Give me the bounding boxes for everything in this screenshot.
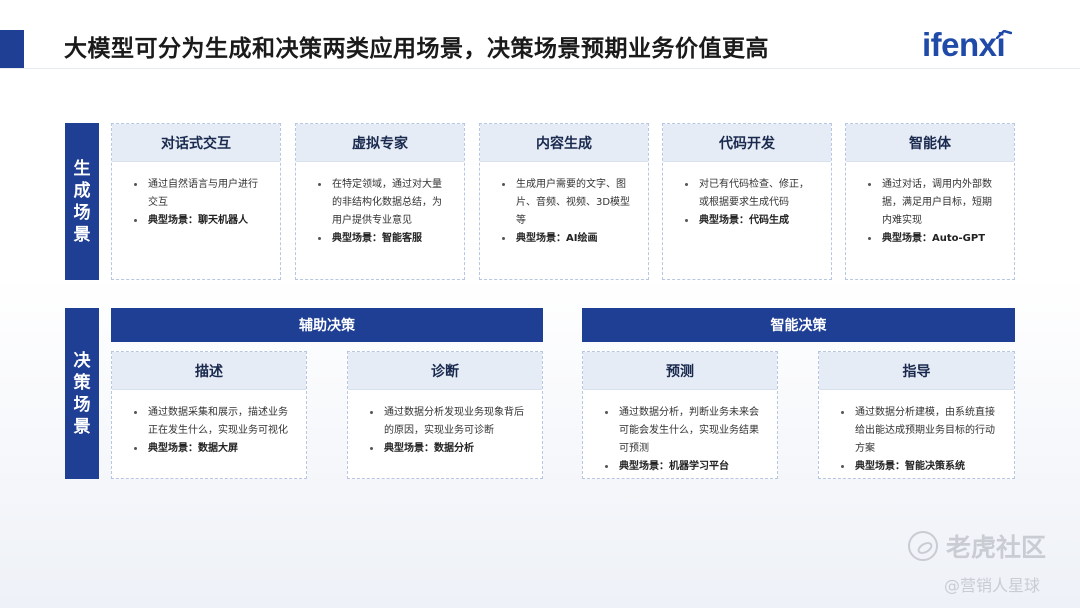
- side-label-char: 场: [73, 202, 91, 223]
- side-label-char: 策: [73, 372, 91, 393]
- card-example: 典型场景：Auto-GPT: [868, 230, 1000, 248]
- card-bullet: 通过数据采集和展示，描述业务正在发生什么，实现业务可视化: [134, 404, 292, 440]
- group-assisted-decision: 辅助决策: [111, 308, 543, 342]
- card-agent: 智能体 通过对话，调用内外部数据，满足用户目标，短期内难实现 典型场景：Auto…: [845, 123, 1015, 280]
- card-code-development: 代码开发 对已有代码检查、修正，或根据要求生成代码 典型场景：代码生成: [662, 123, 832, 280]
- card-title: 智能体: [846, 124, 1014, 162]
- card-example: 典型场景：智能客服: [318, 230, 450, 248]
- card-predict: 预测 通过数据分析，判断业务未来会可能会发生什么，实现业务结果可预测 典型场景：…: [582, 351, 778, 479]
- header-divider: [0, 68, 1080, 69]
- card-bullet: 通过自然语言与用户进行交互: [134, 176, 266, 212]
- generation-side-label: 生 成 场 景: [65, 123, 99, 280]
- page-title: 大模型可分为生成和决策两类应用场景，决策场景预期业务价值更高: [64, 36, 769, 62]
- card-describe: 描述 通过数据采集和展示，描述业务正在发生什么，实现业务可视化 典型场景：数据大…: [111, 351, 307, 479]
- card-example: 典型场景：代码生成: [685, 212, 817, 230]
- side-label-char: 场: [73, 394, 91, 415]
- card-example: 典型场景：AI绘画: [502, 230, 634, 248]
- watermark-handle: @营销人星球: [944, 576, 1041, 595]
- ifenxi-logo: ifenxi: [922, 26, 1006, 63]
- card-bullet: 对已有代码检查、修正，或根据要求生成代码: [685, 176, 817, 212]
- card-bullet: 通过数据分析发现业务现象背后的原因，实现业务可诊断: [370, 404, 528, 440]
- card-bullet: 通过对话，调用内外部数据，满足用户目标，短期内难实现: [868, 176, 1000, 230]
- card-title: 代码开发: [663, 124, 831, 162]
- card-bullet: 通过数据分析建模，由系统直接给出能达成预期业务目标的行动方案: [841, 404, 1000, 458]
- card-diagnose: 诊断 通过数据分析发现业务现象背后的原因，实现业务可诊断 典型场景：数据分析: [347, 351, 543, 479]
- title-accent-bar: [0, 30, 24, 68]
- card-example: 典型场景：数据大屏: [134, 440, 292, 458]
- side-label-char: 生: [73, 158, 91, 179]
- card-title: 虚拟专家: [296, 124, 464, 162]
- watermark-brand-text: 老虎社区: [946, 533, 1047, 562]
- card-content-generation: 内容生成 生成用户需要的文字、图片、音频、视频、3D模型等 典型场景：AI绘画: [479, 123, 649, 280]
- card-title: 预测: [583, 352, 777, 390]
- card-bullet: 在特定领域，通过对大量的非结构化数据总结，为用户提供专业意见: [318, 176, 450, 230]
- side-label-char: 景: [73, 224, 91, 245]
- card-dialog-interaction: 对话式交互 通过自然语言与用户进行交互 典型场景：聊天机器人: [111, 123, 281, 280]
- card-title: 描述: [112, 352, 306, 390]
- logo-accent-icon: [996, 30, 1012, 39]
- card-bullet: 生成用户需要的文字、图片、音频、视频、3D模型等: [502, 176, 634, 230]
- card-title: 对话式交互: [112, 124, 280, 162]
- decision-side-label: 决 策 场 景: [65, 308, 99, 479]
- group-intelligent-decision: 智能决策: [582, 308, 1015, 342]
- card-bullet: 通过数据分析，判断业务未来会可能会发生什么，实现业务结果可预测: [605, 404, 763, 458]
- card-example: 典型场景：机器学习平台: [605, 458, 763, 476]
- card-virtual-expert: 虚拟专家 在特定领域，通过对大量的非结构化数据总结，为用户提供专业意见 典型场景…: [295, 123, 465, 280]
- watermark-brand: 老虎社区: [908, 528, 1046, 564]
- tiger-community-icon: [908, 531, 938, 561]
- card-example: 典型场景：数据分析: [370, 440, 528, 458]
- card-title: 诊断: [348, 352, 542, 390]
- side-label-char: 决: [73, 350, 91, 371]
- card-example: 典型场景：智能决策系统: [841, 458, 1000, 476]
- card-title: 内容生成: [480, 124, 648, 162]
- side-label-char: 景: [73, 416, 91, 437]
- card-guide: 指导 通过数据分析建模，由系统直接给出能达成预期业务目标的行动方案 典型场景：智…: [818, 351, 1015, 479]
- card-example: 典型场景：聊天机器人: [134, 212, 266, 230]
- card-title: 指导: [819, 352, 1014, 390]
- side-label-char: 成: [73, 180, 91, 201]
